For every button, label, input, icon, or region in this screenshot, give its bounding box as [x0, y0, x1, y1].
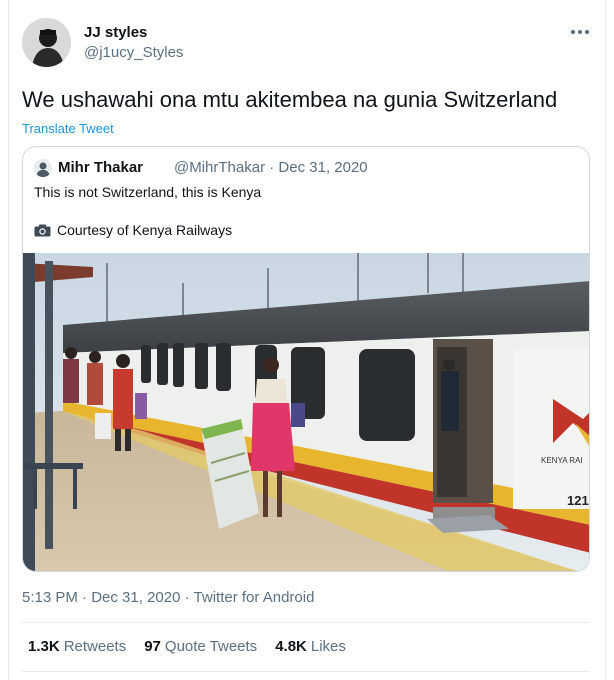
likes-count: 4.8K: [275, 638, 307, 655]
quoted-author-handle: @MihrThakar: [174, 159, 266, 176]
tweet-date[interactable]: Dec 31, 2020: [91, 589, 180, 606]
meta-separator: ·: [82, 589, 88, 606]
tweet-stats: 1.3K Retweets 97 Quote Tweets 4.8K Likes: [28, 638, 346, 655]
translate-tweet-link[interactable]: Translate Tweet: [22, 121, 114, 136]
camera-icon: [34, 224, 51, 236]
quote-tweets-stat[interactable]: 97 Quote Tweets: [144, 638, 257, 655]
quoted-text-line1: This is not Switzerland, this is Kenya: [34, 184, 262, 200]
retweets-label: Retweets: [63, 638, 127, 655]
quoted-separator: ·: [269, 159, 275, 176]
quote-tweets-label: Quote Tweets: [164, 638, 258, 655]
likes-stat[interactable]: 4.8K Likes: [275, 638, 346, 655]
divider: [22, 622, 590, 623]
meta-separator: ·: [184, 589, 190, 606]
quoted-date: Dec 31, 2020: [278, 159, 368, 176]
retweets-count: 1.3K: [28, 638, 60, 655]
retweets-stat[interactable]: 1.3K Retweets: [28, 638, 126, 655]
train-brand-text: KENYA RAI: [541, 456, 583, 465]
tweet-source[interactable]: Twitter for Android: [194, 589, 315, 606]
author-handle[interactable]: @j1ucy_Styles: [84, 44, 183, 61]
likes-label: Likes: [310, 638, 346, 655]
tweet-meta: 5:13 PM · Dec 31, 2020 · Twitter for And…: [22, 589, 314, 606]
quoted-courtesy-text: Courtesy of Kenya Railways: [57, 222, 233, 238]
author-name[interactable]: JJ styles: [84, 24, 147, 41]
quoted-author-name: Mihr Thakar: [58, 159, 144, 176]
more-icon[interactable]: [570, 22, 590, 42]
author-avatar[interactable]: [22, 18, 71, 67]
quoted-author-meta: @MihrThakar · Dec 31, 2020: [174, 159, 368, 176]
quoted-tweet-card[interactable]: Mihr Thakar @MihrThakar · Dec 31, 2020 T…: [22, 146, 590, 572]
divider: [22, 671, 590, 672]
train-car-number: 121: [567, 493, 589, 508]
train-photo[interactable]: KENYA RAI 121: [23, 253, 590, 572]
tweet-time[interactable]: 5:13 PM: [22, 589, 78, 606]
tweet-text: We ushawahi ona mtu akitembea na gunia S…: [22, 87, 558, 112]
quoted-author-avatar: [34, 159, 52, 177]
quote-tweets-count: 97: [144, 638, 161, 655]
quoted-text-line2: Courtesy of Kenya Railways: [34, 222, 232, 238]
